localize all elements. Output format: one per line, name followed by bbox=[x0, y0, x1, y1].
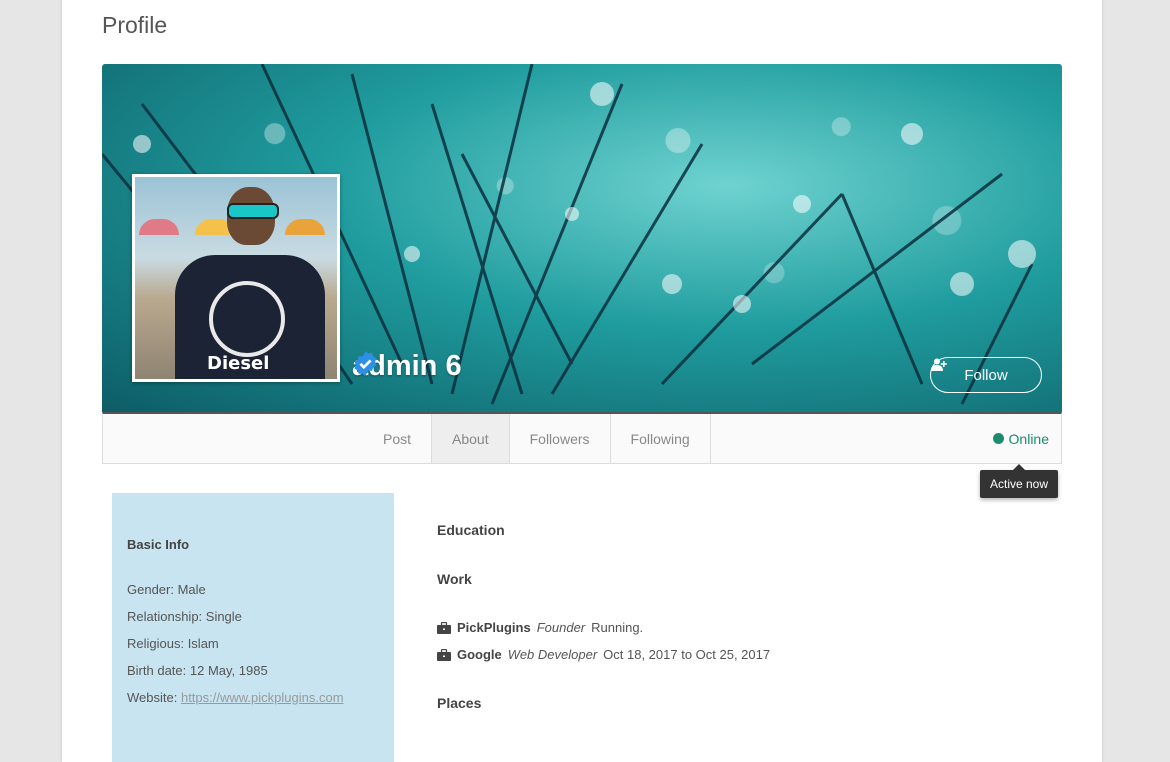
tab-post[interactable]: Post bbox=[363, 414, 431, 463]
online-dot-icon bbox=[992, 433, 1004, 444]
website-link[interactable]: https://www.pickplugins.com bbox=[181, 690, 344, 705]
gender-field: Gender: Male bbox=[127, 582, 206, 597]
profile-page: Profile admin 6 Follow Diesel Post About… bbox=[62, 0, 1102, 762]
user-name: admin 6 bbox=[352, 350, 462, 383]
online-status[interactable]: Online bbox=[992, 414, 1049, 463]
tab-followers[interactable]: Followers bbox=[510, 414, 611, 463]
briefcase-icon bbox=[437, 648, 451, 661]
birth-date-field: Birth date: 12 May, 1985 bbox=[127, 663, 268, 678]
briefcase-icon bbox=[437, 621, 451, 634]
verified-badge-icon bbox=[354, 351, 377, 376]
work-item: Google Web Developer Oct 18, 2017 to Oct… bbox=[437, 647, 770, 662]
work-item: PickPlugins Founder Running. bbox=[437, 620, 643, 635]
profile-tabs: Post About Followers Following bbox=[363, 414, 711, 463]
tab-following[interactable]: Following bbox=[611, 414, 711, 463]
relationship-field: Relationship: Single bbox=[127, 609, 242, 624]
work-company: PickPlugins bbox=[457, 620, 531, 635]
avatar-shirt-text: Diesel bbox=[207, 353, 270, 374]
education-heading: Education bbox=[437, 522, 505, 538]
work-role: Founder bbox=[536, 620, 586, 635]
work-heading: Work bbox=[437, 571, 472, 587]
avatar: Diesel bbox=[132, 174, 340, 382]
profile-tab-bar: Post About Followers Following Online bbox=[102, 412, 1062, 464]
basic-info-panel: Basic Info Gender: Male Relationship: Si… bbox=[112, 493, 394, 762]
page-title: Profile bbox=[102, 12, 168, 38]
work-period: Running. bbox=[591, 620, 644, 635]
follow-button-label: Follow bbox=[964, 366, 1008, 384]
work-role: Web Developer bbox=[507, 647, 598, 662]
work-company: Google bbox=[457, 647, 502, 662]
religious-field: Religious: Islam bbox=[127, 636, 219, 651]
follow-button[interactable]: Follow bbox=[930, 357, 1042, 393]
basic-info-heading: Basic Info bbox=[127, 537, 190, 552]
tab-about[interactable]: About bbox=[431, 414, 510, 463]
places-heading: Places bbox=[437, 695, 482, 711]
work-period: Oct 18, 2017 to Oct 25, 2017 bbox=[603, 647, 771, 662]
online-status-label: Online bbox=[1008, 430, 1049, 447]
website-label: Website: bbox=[127, 690, 178, 705]
website-field: Website: https://www.pickplugins.com bbox=[127, 689, 379, 716]
add-user-icon bbox=[931, 358, 947, 371]
status-tooltip: Active now bbox=[980, 464, 1058, 498]
